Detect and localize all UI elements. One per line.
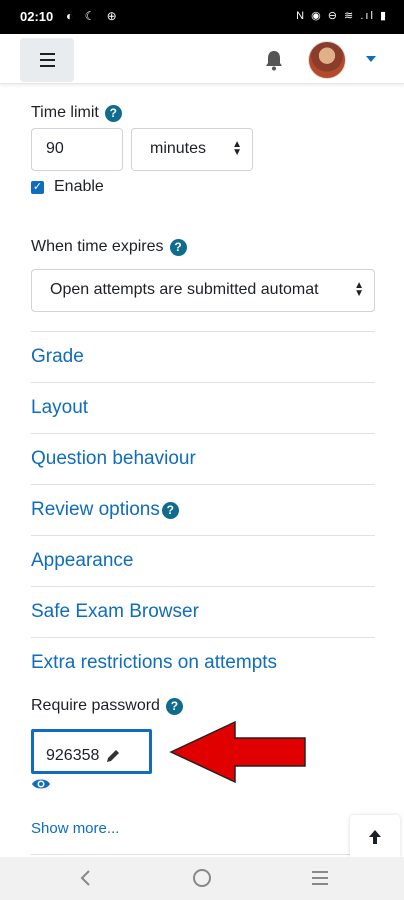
enable-label: Enable [54,178,104,195]
section-question-behaviour[interactable]: Question behaviour [31,433,375,484]
section-label: Appearance [31,550,134,571]
arrow-up-icon [369,830,381,844]
time-unit-select[interactable]: minutes ▲ ▼ [131,128,253,171]
select-arrows-icon: ▲ ▼ [232,139,242,158]
back-to-top-button[interactable] [350,815,400,859]
red-arrow-annotation [169,720,306,784]
help-icon[interactable]: ? [104,104,122,122]
android-nav-bar [0,857,404,900]
chevron-left-icon [80,870,90,886]
section-safe-exam-browser[interactable]: Safe Exam Browser [31,586,375,637]
section-label: Grade [31,346,84,367]
require-password-label: Require password [31,697,160,714]
home-circle-icon [193,869,211,887]
hamburger-icon [39,53,55,55]
eye-icon[interactable] [31,776,51,792]
section-label: Extra restrictions on attempts [31,652,278,673]
time-limit-label: Time limit [31,104,99,121]
user-avatar[interactable] [308,41,346,79]
help-icon[interactable]: ? [169,238,187,256]
status-time: 02:10 [20,9,54,24]
divider [31,854,375,855]
pencil-icon[interactable] [105,748,121,764]
recents-icon [312,871,328,885]
when-time-expires-label-row: When time expires ? [31,238,187,256]
section-label: Layout [31,397,89,418]
require-password-label-row: Require password ? [31,697,183,715]
when-time-expires-select[interactable]: Open attempts are submitted automat ▲ ▼ [31,269,375,312]
section-grade[interactable]: Grade [31,331,375,382]
checkbox-checked-icon[interactable]: ✓ [31,180,44,194]
hamburger-menu-button[interactable] [20,38,74,82]
status-left-icons: ◐ ☾ ⊕ [66,9,121,23]
select-arrows-icon: ▲ ▼ [350,281,364,299]
help-icon[interactable]: ? [165,697,183,715]
when-time-expires-label: When time expires [31,238,164,255]
show-more-link[interactable]: Show more... [31,820,119,837]
caret-down-icon[interactable] [366,56,376,62]
section-appearance[interactable]: Appearance [31,535,375,586]
help-icon[interactable]: ? [161,501,179,519]
section-layout[interactable]: Layout [31,382,375,433]
time-limit-label-row: Time limit ? [31,104,122,122]
recents-nav-button[interactable] [308,866,332,890]
top-navbar [0,34,404,84]
password-field[interactable]: 926358 [31,729,152,774]
enable-checkbox-row[interactable]: ✓ Enable [31,178,104,196]
section-extra-restrictions[interactable]: Extra restrictions on attempts [31,637,375,688]
when-time-expires-value: Open attempts are submitted automat [50,281,319,298]
home-nav-button[interactable] [190,866,214,890]
time-unit-value: minutes [150,140,207,157]
bell-icon[interactable] [264,49,284,71]
status-right-icons: N ◉ ⊖ ≋ .ıl ▮ [296,10,388,22]
settings-sections: Grade Layout Question behaviour Review o… [31,331,375,688]
section-label: Review options [31,499,160,520]
back-nav-button[interactable] [74,866,98,890]
time-limit-input[interactable]: 90 [31,128,123,171]
section-review-options[interactable]: Review options? [31,484,375,535]
status-bar: 02:10 ◐ ☾ ⊕ N ◉ ⊖ ≋ .ıl ▮ [0,0,404,34]
password-value: 926358 [46,747,100,764]
section-label: Question behaviour [31,448,196,469]
section-label: Safe Exam Browser [31,601,199,622]
